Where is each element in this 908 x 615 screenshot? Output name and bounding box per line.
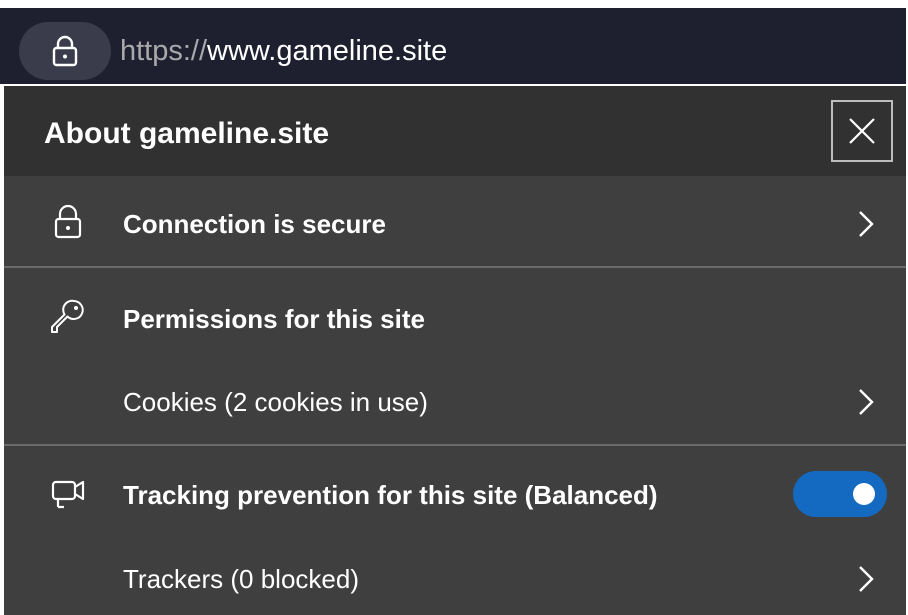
- trackers-label: Trackers (0 blocked): [123, 564, 359, 594]
- permissions-label: Permissions for this site: [123, 304, 425, 334]
- browser-frame: https://www.gameline.site About gameline…: [0, 0, 908, 615]
- key-icon: [51, 299, 84, 333]
- close-icon: [849, 118, 875, 144]
- chevron-right-icon: [859, 211, 874, 237]
- cookies-label: Cookies (2 cookies in use): [123, 387, 428, 417]
- cookies-row[interactable]: Cookies (2 cookies in use): [4, 360, 906, 442]
- url-text[interactable]: https://www.gameline.site: [120, 8, 447, 94]
- tracking-prevention-toggle[interactable]: [793, 471, 887, 517]
- chevron-right-icon: [859, 389, 874, 415]
- permissions-row: Permissions for this site: [4, 277, 906, 359]
- panel-title: About gameline.site: [44, 117, 330, 150]
- divider: [4, 266, 906, 268]
- panel-header: About gameline.site: [4, 86, 906, 176]
- tracking-label: Tracking prevention for this site (Balan…: [123, 480, 658, 510]
- site-info-panel: About gameline.site Connection is secure: [4, 86, 906, 615]
- toggle-knob: [853, 483, 875, 505]
- lock-icon: [54, 204, 82, 239]
- connection-label: Connection is secure: [123, 209, 386, 239]
- lock-icon: [52, 35, 78, 67]
- tracking-row: Tracking prevention for this site (Balan…: [4, 453, 906, 535]
- url-host: www.gameline.site: [207, 35, 448, 67]
- close-button[interactable]: [831, 100, 893, 162]
- chevron-right-icon: [859, 566, 874, 592]
- address-bar: https://www.gameline.site: [0, 8, 906, 84]
- trackers-row[interactable]: Trackers (0 blocked): [4, 537, 906, 615]
- tracking-camera-icon: [51, 480, 85, 509]
- connection-row[interactable]: Connection is secure: [4, 182, 906, 264]
- site-info-button[interactable]: [19, 22, 111, 80]
- divider: [4, 444, 906, 446]
- url-scheme: https://: [120, 35, 208, 67]
